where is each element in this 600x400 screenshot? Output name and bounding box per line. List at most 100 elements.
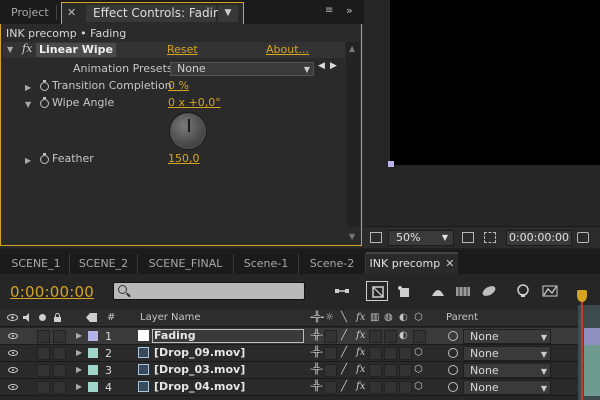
tab-project[interactable]: Project — [4, 3, 56, 22]
expand-triangle-icon[interactable]: ▶ — [76, 382, 82, 391]
video-eye-icon[interactable] — [8, 333, 18, 339]
prop-value-feather[interactable]: 150,0 — [168, 152, 200, 165]
motion-blur-button[interactable] — [478, 281, 500, 301]
graph-editor-button[interactable] — [539, 281, 561, 301]
adjustment-layer-toggle-icon[interactable]: ◐ — [399, 330, 408, 343]
tab-scene-2-lower[interactable]: Scene-2 — [299, 254, 366, 274]
expand-triangle-icon[interactable]: ▶ — [76, 331, 82, 340]
layer-name[interactable]: [Drop_04.mov] — [154, 380, 245, 394]
stopwatch-icon[interactable] — [40, 97, 49, 108]
tab-scene-1-lower[interactable]: Scene-1 — [234, 254, 299, 274]
collapse-triangle-icon[interactable]: ▼ — [7, 45, 13, 54]
collapse-toggle[interactable] — [324, 347, 337, 360]
expand-triangle-icon[interactable]: ▶ — [76, 365, 82, 374]
lock-toggle[interactable] — [53, 381, 66, 394]
collapse-toggle[interactable] — [324, 364, 337, 377]
shy-toggle-icon[interactable]: -╬- — [310, 381, 323, 394]
3d-layer-toggle-icon[interactable]: ⬡ — [414, 347, 423, 360]
tab-scene-2[interactable]: SCENE_2 — [70, 254, 138, 274]
collapse-toggle[interactable] — [324, 330, 337, 343]
layer-duration-bar[interactable] — [584, 328, 600, 345]
tab-scene-1[interactable]: SCENE_1 — [3, 254, 70, 274]
quality-toggle-icon[interactable]: ╱ — [341, 364, 347, 377]
effect-toggle-icon[interactable]: fx — [356, 381, 365, 394]
scroll-down-icon[interactable]: ▼ — [349, 232, 355, 241]
stopwatch-icon[interactable] — [40, 80, 49, 91]
audio-speaker-icon[interactable] — [22, 313, 31, 322]
quality-toggle-icon[interactable]: ╱ — [341, 330, 347, 343]
video-eye-icon[interactable] — [8, 384, 18, 390]
solo-toggle[interactable] — [37, 330, 50, 343]
scroll-up-icon[interactable]: ▲ — [349, 44, 355, 53]
motion-blur-toggle[interactable] — [384, 330, 397, 343]
lock-toggle[interactable] — [53, 330, 66, 343]
always-preview-icon[interactable] — [370, 232, 382, 243]
parent-pickwhip-icon[interactable] — [448, 365, 458, 375]
reset-link[interactable]: Reset — [167, 43, 198, 56]
fit-frame-icon[interactable] — [462, 232, 474, 243]
expand-triangle-icon[interactable]: ▶ — [76, 348, 82, 357]
parent-pickwhip-icon[interactable] — [448, 382, 458, 392]
motion-blur-switch-icon[interactable]: ◍ — [384, 312, 393, 323]
video-eye-icon[interactable] — [7, 313, 18, 322]
stopwatch-icon[interactable] — [40, 153, 49, 164]
3d-layer-switch-icon[interactable]: ⬡ — [414, 312, 423, 323]
prop-value-wipe-angle[interactable]: 0 x +0,0° — [168, 96, 221, 109]
effect-switch-icon[interactable]: fx — [356, 312, 365, 323]
hide-shy-layers-button[interactable] — [427, 281, 449, 301]
about-link[interactable]: About... — [266, 43, 309, 56]
brainstorm-button[interactable] — [512, 281, 534, 301]
layer-row-1[interactable]: ▶ 1 Fading -╬- ╱ fx ◐ None ▼ — [0, 328, 600, 345]
vertical-scrollbar[interactable]: ▲ ▼ — [346, 42, 360, 241]
video-eye-icon[interactable] — [8, 350, 18, 356]
quality-toggle-icon[interactable]: ╱ — [341, 347, 347, 360]
draft-3d-button[interactable] — [393, 281, 415, 301]
motion-blur-toggle[interactable] — [384, 347, 397, 360]
close-panel-icon[interactable]: » — [346, 4, 353, 17]
composition-canvas[interactable] — [390, 0, 600, 165]
solo-toggle[interactable] — [37, 364, 50, 377]
fx-icon[interactable]: fx — [22, 42, 32, 55]
region-of-interest-icon[interactable] — [484, 232, 496, 243]
close-tab-icon[interactable]: ✕ — [67, 6, 76, 19]
adjustment-layer-toggle[interactable] — [399, 347, 412, 360]
layer-search-input[interactable] — [113, 282, 305, 300]
prop-value-transition-completion[interactable]: 0 % — [168, 79, 189, 92]
lock-icon[interactable] — [53, 313, 62, 322]
expand-triangle-icon[interactable]: ▶ — [25, 156, 31, 165]
panel-menu-icon[interactable]: ≡ — [325, 5, 333, 16]
layer-label-color[interactable] — [88, 365, 98, 375]
shy-toggle-icon[interactable]: -╬- — [310, 347, 323, 360]
expand-triangle-icon[interactable]: ▶ — [25, 83, 31, 92]
preset-previous-icon[interactable]: ◀ — [318, 61, 325, 71]
current-time[interactable]: 0:00:00:00 — [10, 283, 94, 301]
preset-next-icon[interactable]: ▶ — [330, 61, 337, 71]
3d-layer-toggle[interactable] — [413, 330, 426, 343]
playhead-handle[interactable] — [577, 290, 587, 302]
layer-label-color[interactable] — [88, 331, 98, 341]
frame-blend-toggle[interactable] — [369, 381, 382, 394]
video-eye-icon[interactable] — [8, 367, 18, 373]
shy-switch-icon[interactable]: -╬- — [310, 312, 324, 323]
adjustment-layer-toggle[interactable] — [399, 364, 412, 377]
layer-row-2[interactable]: ▶ 2 [Drop_09.mov] -╬- ╱ fx ⬡ None ▼ — [0, 345, 600, 362]
solo-icon[interactable] — [38, 313, 47, 322]
effect-toggle-icon[interactable]: fx — [356, 364, 365, 377]
zoom-select[interactable]: 50% ▼ — [388, 230, 454, 246]
3d-layer-toggle-icon[interactable]: ⬡ — [414, 364, 423, 377]
frame-blend-switch-icon[interactable]: ▥ — [370, 312, 379, 323]
quality-switch-icon[interactable]: ╲ — [341, 312, 347, 323]
parent-pickwhip-icon[interactable] — [448, 348, 458, 358]
adjustment-layer-toggle[interactable] — [399, 381, 412, 394]
solo-toggle[interactable] — [37, 347, 50, 360]
comp-mini-flowchart-button[interactable] — [331, 281, 353, 301]
parent-select[interactable]: None ▼ — [463, 346, 551, 361]
frame-blending-button[interactable] — [452, 281, 474, 301]
layer-duration-bar[interactable] — [584, 345, 600, 362]
live-update-button[interactable] — [366, 281, 388, 301]
shy-toggle-icon[interactable]: -╬- — [310, 364, 323, 377]
tab-ink-precomp[interactable]: INK precomp ✕ — [366, 252, 458, 274]
layer-duration-bar[interactable] — [584, 379, 600, 396]
layer-label-color[interactable] — [88, 382, 98, 392]
layer-row-4[interactable]: ▶ 4 [Drop_04.mov] -╬- ╱ fx ⬡ None ▼ — [0, 379, 600, 396]
